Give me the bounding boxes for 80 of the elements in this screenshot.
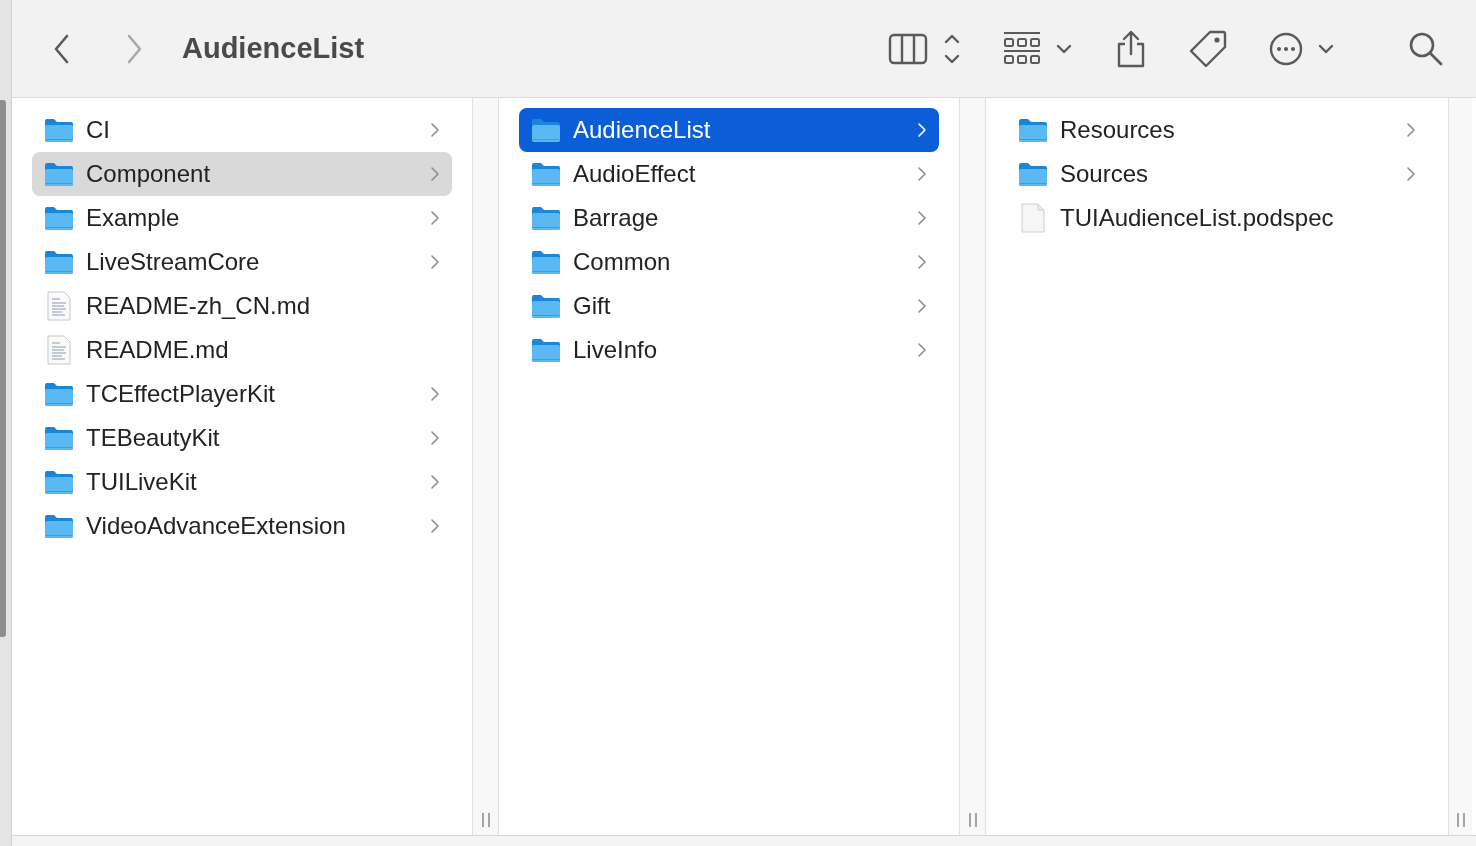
chevron-icon xyxy=(1406,166,1416,182)
file-row[interactable]: CI xyxy=(32,108,452,152)
tag-icon[interactable] xyxy=(1188,28,1228,69)
file-row[interactable]: Common xyxy=(519,240,939,284)
folder-icon xyxy=(44,381,74,407)
file-row[interactable]: TUIAudienceList.podspec xyxy=(1006,196,1428,240)
file-name: Gift xyxy=(573,292,612,320)
folder-icon xyxy=(531,293,561,319)
file-name: VideoAdvanceExtension xyxy=(86,512,347,540)
file-row[interactable]: TEBeautyKit xyxy=(32,416,452,460)
file-name: AudienceList xyxy=(573,116,712,144)
file-name: Component xyxy=(86,160,212,188)
file-name: Sources xyxy=(1060,160,1150,188)
file-name: TUIAudienceList.podspec xyxy=(1060,204,1335,232)
file-name: TEBeautyKit xyxy=(86,424,221,452)
file-name: LiveInfo xyxy=(573,336,659,364)
file-row[interactable]: LiveStreamCore xyxy=(32,240,452,284)
window-title: AudienceList xyxy=(182,32,365,65)
folder-icon xyxy=(531,205,561,231)
column-resize-handle[interactable] xyxy=(480,813,491,827)
chevron-icon xyxy=(430,254,440,270)
file-row[interactable]: README-zh_CN.md xyxy=(32,284,452,328)
folder-icon xyxy=(44,117,74,143)
file-row[interactable]: LiveInfo xyxy=(519,328,939,372)
folder-icon xyxy=(1018,161,1048,187)
file-name: Example xyxy=(86,204,181,232)
text-document-icon xyxy=(44,291,74,321)
file-name: README-zh_CN.md xyxy=(86,292,312,320)
folder-icon xyxy=(44,469,74,495)
folder-icon xyxy=(44,425,74,451)
file-name: CI xyxy=(86,116,111,144)
folder-icon xyxy=(44,161,74,187)
file-row[interactable]: TCEffectPlayerKit xyxy=(32,372,452,416)
chevron-icon xyxy=(917,122,927,138)
file-row[interactable]: Resources xyxy=(1006,108,1428,152)
file-name: Barrage xyxy=(573,204,660,232)
chevron-icon xyxy=(430,122,440,138)
column-resize-handle[interactable] xyxy=(1455,813,1466,827)
chevron-icon xyxy=(917,342,927,358)
folder-icon xyxy=(531,161,561,187)
chevron-icon xyxy=(430,518,440,534)
chevron-icon xyxy=(430,166,440,182)
blank-document-icon xyxy=(1018,203,1048,233)
file-row[interactable]: Gift xyxy=(519,284,939,328)
chevron-icon xyxy=(917,210,927,226)
file-name: LiveStreamCore xyxy=(86,248,261,276)
chevron-icon xyxy=(430,430,440,446)
file-row[interactable]: AudioEffect xyxy=(519,152,939,196)
file-row[interactable]: Sources xyxy=(1006,152,1428,196)
file-name: README.md xyxy=(86,336,230,364)
search-icon[interactable] xyxy=(1408,30,1444,67)
folder-icon xyxy=(44,513,74,539)
folder-icon xyxy=(44,249,74,275)
chevron-icon xyxy=(917,254,927,270)
chevron-icon xyxy=(917,298,927,314)
folder-icon xyxy=(531,117,561,143)
column-resize-handle[interactable] xyxy=(967,813,978,827)
file-row[interactable]: Barrage xyxy=(519,196,939,240)
file-name: TUILiveKit xyxy=(86,468,198,496)
chevron-icon xyxy=(917,166,927,182)
file-row[interactable]: Example xyxy=(32,196,452,240)
folder-icon xyxy=(44,205,74,231)
view-columns-button[interactable] xyxy=(888,31,962,66)
chevron-icon xyxy=(430,386,440,402)
file-row[interactable]: README.md xyxy=(32,328,452,372)
file-row[interactable]: AudienceList xyxy=(519,108,939,152)
folder-icon xyxy=(531,249,561,275)
file-name: AudioEffect xyxy=(573,160,697,188)
file-row[interactable]: TUILiveKit xyxy=(32,460,452,504)
folder-icon xyxy=(1018,117,1048,143)
folder-icon xyxy=(531,337,561,363)
file-row[interactable]: VideoAdvanceExtension xyxy=(32,504,452,548)
chevron-icon xyxy=(430,210,440,226)
group-button[interactable] xyxy=(1002,30,1074,67)
chevron-icon xyxy=(430,474,440,490)
chevron-icon xyxy=(1406,122,1416,138)
file-name: TCEffectPlayerKit xyxy=(86,380,276,408)
text-document-icon xyxy=(44,335,74,365)
file-name: Common xyxy=(573,248,672,276)
file-name: Resources xyxy=(1060,116,1176,144)
